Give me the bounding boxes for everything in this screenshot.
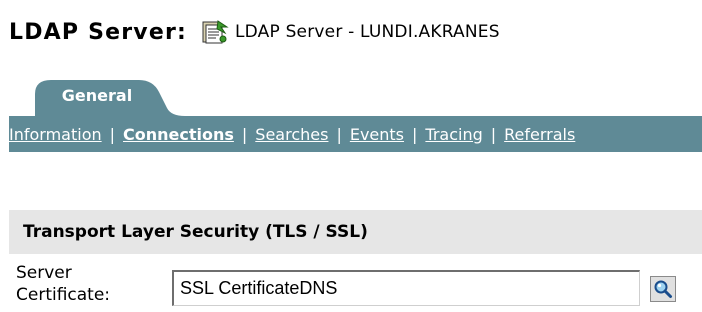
subnav-item-information[interactable]: Information [9, 125, 102, 144]
subnav-separator: | [109, 124, 116, 144]
subnav-bar: Information | Connections | Searches | E… [9, 116, 702, 152]
server-certificate-input[interactable] [172, 270, 640, 306]
subnav-separator: | [241, 124, 248, 144]
subnav-item-connections[interactable]: Connections [123, 125, 234, 144]
subnav-separator: | [336, 124, 342, 144]
server-certificate-label-line2: Certificate: [16, 285, 111, 305]
subnav-item-tracing[interactable]: Tracing [425, 125, 482, 144]
ldap-server-object-icon [201, 19, 229, 45]
server-certificate-label-line1: Server [16, 263, 72, 283]
subnav-item-searches[interactable]: Searches [255, 125, 328, 144]
subnav-separator: | [412, 124, 418, 144]
server-certificate-label: Server Certificate: [16, 262, 166, 306]
tab-general[interactable]: General [35, 76, 185, 116]
tab-general-label: General [61, 86, 133, 105]
subnav-separator: | [490, 124, 497, 144]
tab-strip: General [9, 76, 702, 116]
page-title: LDAP Server: [9, 19, 188, 45]
object-name: LDAP Server - LUNDI.AKRANES [235, 22, 500, 42]
page-header: LDAP Server: LDAP Server - LUNDI.AKRANES [9, 14, 500, 50]
section-title: Transport Layer Security (TLS / SSL) [23, 222, 368, 242]
section-header-tls: Transport Layer Security (TLS / SSL) [9, 210, 702, 254]
subnav-item-events[interactable]: Events [350, 125, 404, 144]
subnav-item-referrals[interactable]: Referrals [504, 125, 575, 144]
browse-certificate-button[interactable] [650, 276, 676, 302]
